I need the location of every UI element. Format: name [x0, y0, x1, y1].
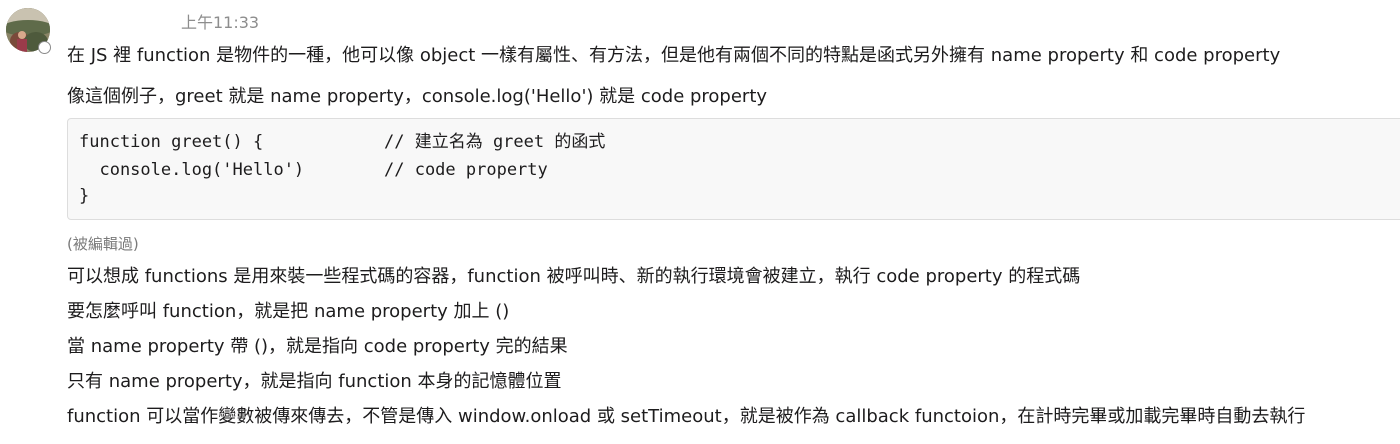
code-block: function greet() { // 建立名為 greet 的函式 con… — [67, 118, 1400, 220]
message-text-line: 只有 name property，就是指向 function 本身的記憶體位置 — [67, 371, 562, 392]
message-timestamp[interactable]: 上午11:33 — [181, 13, 259, 33]
presence-status-icon — [38, 41, 51, 54]
message-text-line: 可以想成 functions 是用來裝一些程式碼的容器，function 被呼叫… — [67, 266, 1081, 287]
message-text-line: 當 name property 帶 ()，就是指向 code property … — [67, 336, 568, 357]
edited-label: (被編輯過) — [67, 235, 139, 253]
code-line: console.log('Hello') — [79, 160, 305, 180]
message-text-line: 在 JS 裡 function 是物件的一種，他可以像 object 一樣有屬性… — [67, 45, 1281, 66]
message-text-line: function 可以當作變數被傳來傳去，不管是傳入 window.onload… — [67, 406, 1306, 427]
message-text-line: 要怎麼呼叫 function，就是把 name property 加上 () — [67, 301, 510, 322]
code-comment: // code property — [384, 160, 548, 180]
code-line: function greet() { — [79, 132, 264, 152]
code-comment: // 建立名為 greet 的函式 — [384, 132, 606, 152]
code-line: } — [79, 186, 90, 206]
message-text-line: 像這個例子，greet 就是 name property，console.log… — [67, 86, 768, 107]
